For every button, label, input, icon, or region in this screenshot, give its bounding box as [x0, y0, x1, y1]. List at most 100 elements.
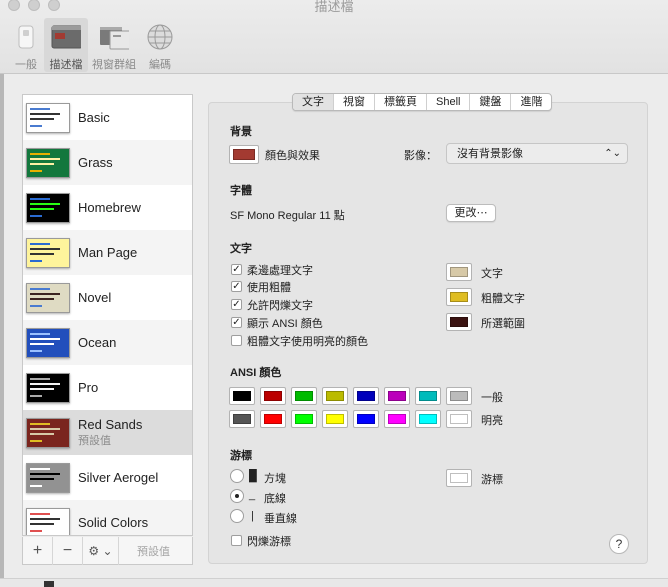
ansi-normal-label: 一般: [481, 392, 503, 404]
font-value: SF Mono Regular 11 點: [230, 210, 345, 222]
bold-text-color-well[interactable]: [446, 288, 472, 306]
cursor-underline-radio[interactable]: [230, 489, 244, 503]
profile-thumbnail: [26, 417, 70, 448]
settings-tabs: 文字 視窗 標籤頁 Shell 鍵盤 進階: [292, 93, 553, 111]
cursor-underline-glyph: _: [249, 489, 256, 501]
ansi-normal-color-well-6[interactable]: [415, 387, 441, 405]
profile-name: Red Sands: [78, 417, 143, 432]
ansi-bright-color-well-2[interactable]: [291, 410, 317, 428]
cursor-color-swatch: [450, 473, 468, 483]
profiles-list-toolbar: + − ⚙ ⌄ 預設值: [22, 536, 193, 565]
text-color-well[interactable]: [446, 263, 472, 281]
tab-keyboard[interactable]: 鍵盤: [470, 94, 512, 110]
cursor-section-title: 游標: [230, 450, 252, 462]
selection-color-well[interactable]: [446, 313, 472, 331]
profile-item-novel[interactable]: Novel: [23, 275, 192, 320]
background-color-swatch: [233, 149, 255, 160]
profile-actions-gear-button[interactable]: ⚙ ⌄: [83, 536, 119, 565]
bright-bold-checkbox[interactable]: [231, 335, 242, 346]
toolbar-profiles[interactable]: 描述檔: [44, 18, 88, 72]
use-bold-checkbox[interactable]: ✓: [231, 281, 242, 292]
set-default-button[interactable]: 預設值: [119, 543, 170, 559]
profile-item-man-page[interactable]: Man Page: [23, 230, 192, 275]
ansi-normal-color-well-1[interactable]: [260, 387, 286, 405]
profile-thumbnail: [26, 327, 70, 358]
background-color-well[interactable]: [229, 145, 259, 164]
profile-thumbnail: [26, 192, 70, 223]
ansi-normal-color-well-0[interactable]: [229, 387, 255, 405]
ansi-bright-color-well-4[interactable]: [353, 410, 379, 428]
tab-tab[interactable]: 標籤頁: [375, 94, 427, 110]
ansi-bright-color-well-5[interactable]: [384, 410, 410, 428]
profile-item-homebrew[interactable]: Homebrew: [23, 185, 192, 230]
ansi-bright-color-swatch-3: [326, 414, 344, 424]
ansi-normal-color-swatch-0: [233, 391, 251, 401]
ansi-bright-color-swatch-7: [450, 414, 468, 424]
ansi-bright-color-well-6[interactable]: [415, 410, 441, 428]
background-image-value: 沒有背景影像: [457, 148, 523, 160]
ansi-bright-color-swatch-5: [388, 414, 406, 424]
remove-profile-button[interactable]: −: [53, 536, 83, 565]
tab-text[interactable]: 文字: [293, 94, 334, 110]
cursor-block-label: 方塊: [264, 473, 286, 485]
profile-item-silver-aerogel[interactable]: Silver Aerogel: [23, 455, 192, 500]
ansi-normal-color-well-3[interactable]: [322, 387, 348, 405]
ansi-bright-color-swatch-2: [295, 414, 313, 424]
profile-name: Grass: [78, 155, 113, 170]
blink-cursor-checkbox[interactable]: [231, 535, 242, 546]
window-title: 描述檔: [314, 0, 354, 14]
terminal-profiles-icon: [51, 22, 81, 52]
cursor-block-radio[interactable]: [230, 469, 244, 483]
tab-advanced[interactable]: 進階: [511, 94, 551, 110]
toolbar-encodings[interactable]: 編碼: [138, 18, 182, 72]
ansi-bright-color-well-0[interactable]: [229, 410, 255, 428]
profile-item-grass[interactable]: Grass: [23, 140, 192, 185]
bright-bold-label: 粗體文字使用明亮的顏色: [247, 336, 368, 348]
cursor-vertical-radio[interactable]: [230, 509, 244, 523]
ansi-normal-color-well-7[interactable]: [446, 387, 472, 405]
cursor-color-label: 游標: [481, 474, 503, 486]
profile-name: Ocean: [78, 335, 117, 350]
toolbar-general[interactable]: 一般: [4, 18, 48, 72]
globe-icon: [145, 22, 175, 52]
cursor-vertical-label: 垂直線: [264, 513, 297, 525]
ansi-bright-color-well-1[interactable]: [260, 410, 286, 428]
profile-item-red-sands[interactable]: Red Sands 預設值: [23, 410, 192, 455]
ansi-section-title: ANSI 顏色: [230, 367, 282, 379]
tab-window[interactable]: 視窗: [334, 94, 375, 110]
background-section-title: 背景: [230, 126, 252, 138]
help-button[interactable]: ?: [609, 534, 629, 554]
add-profile-button[interactable]: +: [23, 536, 53, 565]
profile-name: Pro: [78, 380, 99, 395]
text-color-label: 文字: [481, 268, 503, 280]
profile-item-pro[interactable]: Pro: [23, 365, 192, 410]
window-groups-icon: [99, 22, 129, 52]
ansi-normal-color-well-2[interactable]: [291, 387, 317, 405]
bottom-strip: [0, 578, 668, 587]
ansi-normal-color-swatch-1: [264, 391, 282, 401]
cursor-color-well[interactable]: [446, 469, 472, 487]
profile-name: Homebrew: [78, 200, 141, 215]
profile-item-ocean[interactable]: Ocean: [23, 320, 192, 365]
background-image-select[interactable]: 沒有背景影像 ⌃⌄: [446, 143, 628, 164]
ansi-normal-color-well-5[interactable]: [384, 387, 410, 405]
profiles-list[interactable]: Basic Grass Homebrew Man Page Novel Ocea…: [22, 94, 193, 536]
ansi-normal-color-well-4[interactable]: [353, 387, 379, 405]
cursor-underline-label: 底線: [264, 493, 286, 505]
profile-thumbnail: [26, 147, 70, 178]
antialias-checkbox[interactable]: ✓: [231, 264, 242, 275]
ansi-bright-color-well-7[interactable]: [446, 410, 472, 428]
profile-item-solid-colors[interactable]: Solid Colors: [23, 500, 192, 535]
profile-item-basic[interactable]: Basic: [23, 95, 192, 140]
profile-thumbnail: [26, 507, 70, 535]
blink-text-checkbox[interactable]: ✓: [231, 299, 242, 310]
ansi-bright-color-well-3[interactable]: [322, 410, 348, 428]
toolbar-window-groups[interactable]: 視窗群組: [90, 18, 138, 72]
ansi-colors-checkbox[interactable]: ✓: [231, 317, 242, 328]
ansi-normal-color-swatch-2: [295, 391, 313, 401]
use-bold-label: 使用粗體: [247, 282, 291, 294]
change-font-button[interactable]: 更改⋯: [446, 204, 496, 222]
tab-shell[interactable]: Shell: [427, 94, 471, 110]
background-color-effect-label: 顏色與效果: [265, 150, 320, 162]
ansi-bright-label: 明亮: [481, 415, 503, 427]
